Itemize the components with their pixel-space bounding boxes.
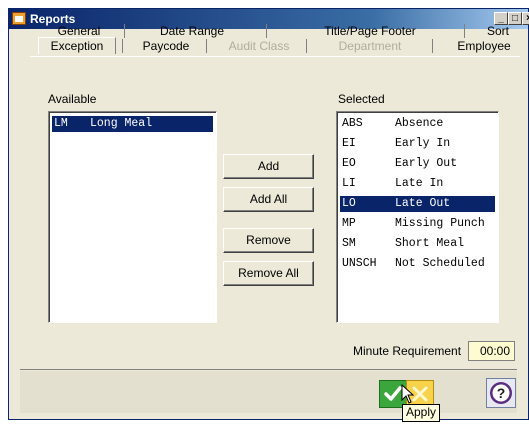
list-item[interactable]: LM Long Meal bbox=[52, 116, 213, 132]
add-button[interactable]: Add bbox=[223, 154, 314, 179]
list-item[interactable]: ABS Absence bbox=[340, 116, 495, 132]
tab-audit-class: Audit Class bbox=[228, 39, 290, 53]
tab-paycode[interactable]: Paycode bbox=[136, 38, 196, 54]
minute-requirement-label: Minute Requirement bbox=[353, 344, 462, 358]
tab-sort[interactable]: Sort bbox=[478, 23, 518, 39]
list-item[interactable]: EI Early In bbox=[340, 136, 495, 152]
list-item[interactable]: LI Late In bbox=[340, 176, 495, 192]
tab-date-range[interactable]: Date Range bbox=[142, 23, 242, 39]
tab-panel-border bbox=[30, 56, 520, 57]
add-all-button[interactable]: Add All bbox=[223, 187, 314, 212]
list-item[interactable]: LO Late Out bbox=[340, 196, 495, 212]
tab-separator bbox=[206, 39, 207, 53]
tab-department: Department bbox=[338, 39, 402, 53]
tab-separator bbox=[464, 24, 465, 38]
bottom-toolbar bbox=[20, 371, 517, 413]
close-button[interactable]: × bbox=[522, 12, 529, 25]
svg-text:?: ? bbox=[497, 385, 506, 401]
list-item[interactable]: EO Early Out bbox=[340, 156, 495, 172]
tab-separator bbox=[306, 39, 307, 53]
tab-exception[interactable]: Exception bbox=[38, 37, 116, 54]
tab-title-page-footer[interactable]: Title/Page Footer bbox=[300, 23, 440, 39]
tab-separator bbox=[432, 39, 433, 53]
help-button[interactable]: ? bbox=[486, 378, 516, 408]
tab-separator bbox=[266, 24, 267, 38]
reports-icon bbox=[12, 12, 26, 25]
list-item[interactable]: MP Missing Punch bbox=[340, 216, 495, 232]
available-label: Available bbox=[48, 92, 97, 106]
remove-button[interactable]: Remove bbox=[223, 228, 314, 253]
list-item[interactable]: UNSCH Not Scheduled bbox=[340, 256, 495, 272]
tab-employee[interactable]: Employee bbox=[448, 38, 520, 54]
tab-separator bbox=[122, 39, 123, 53]
selected-list[interactable]: ABS Absence EI Early In EO Early Out LI … bbox=[336, 111, 499, 323]
selected-label: Selected bbox=[338, 92, 385, 106]
available-list[interactable]: LM Long Meal bbox=[48, 111, 217, 323]
remove-all-button[interactable]: Remove All bbox=[223, 261, 314, 286]
help-icon: ? bbox=[490, 382, 512, 404]
minute-requirement-input[interactable]: 00:00 bbox=[468, 341, 515, 361]
mouse-pointer-icon bbox=[401, 384, 415, 404]
tab-separator bbox=[124, 24, 125, 38]
apply-tooltip: Apply bbox=[402, 404, 441, 422]
list-item[interactable]: SM Short Meal bbox=[340, 236, 495, 252]
